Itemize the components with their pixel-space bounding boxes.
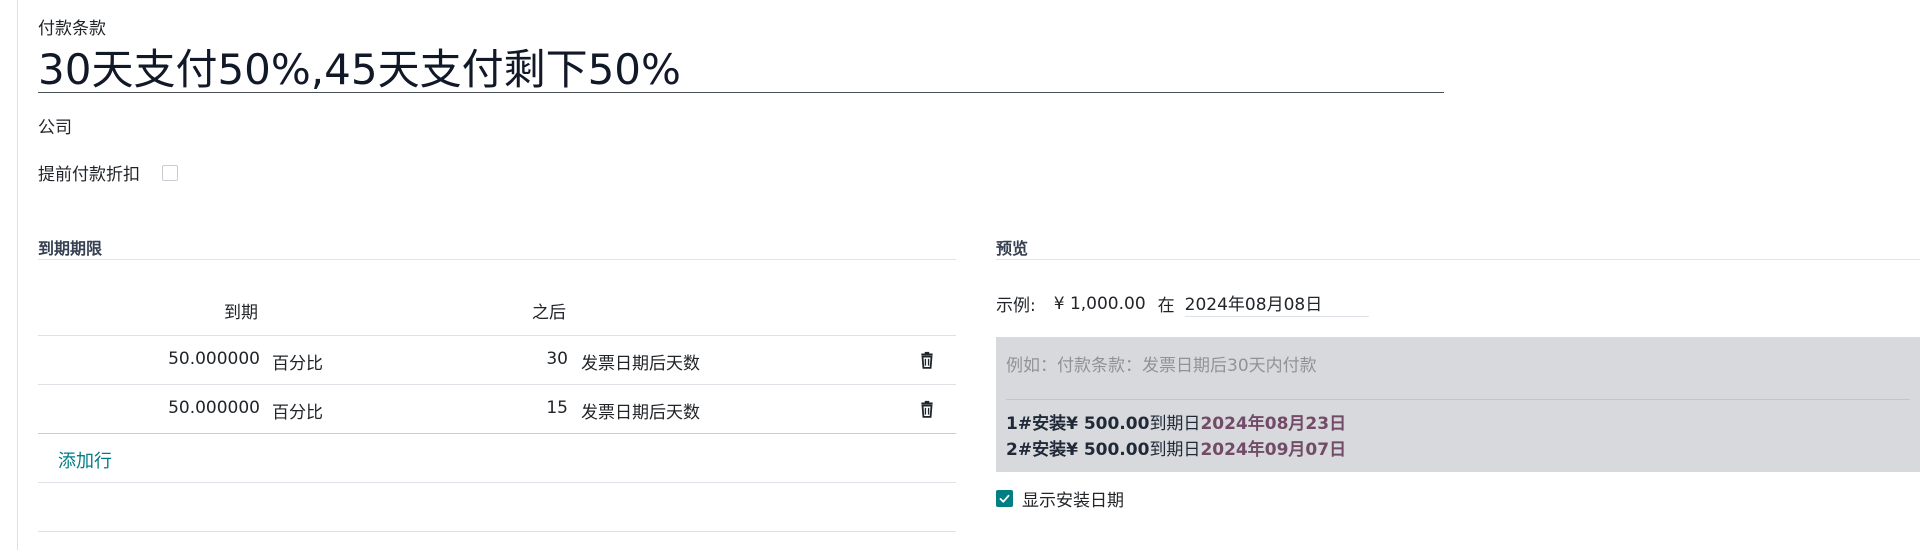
- add-line-row: 添加行: [38, 433, 956, 483]
- term-value[interactable]: 50.000000: [110, 349, 260, 369]
- empty-table-row: [38, 483, 956, 532]
- installment-prefix: 2#安装: [1006, 440, 1067, 460]
- preview-section-divider: [996, 259, 1920, 260]
- early-discount-checkbox[interactable]: [162, 164, 178, 181]
- preview-note-placeholder[interactable]: 例如：付款条款：发票日期后30天内付款: [1006, 351, 1317, 376]
- trash-icon[interactable]: [918, 400, 936, 418]
- term-delay-type[interactable]: 发票日期后天数: [581, 398, 700, 423]
- payment-term-name-input[interactable]: [38, 40, 1444, 93]
- company-label: 公司: [38, 118, 72, 138]
- table-row[interactable]: 50.000000 百分比 30 发票日期后天数: [38, 336, 956, 385]
- example-amount[interactable]: ¥ 1,000.00: [1054, 294, 1146, 314]
- installment-date: 2024年08月23日: [1200, 414, 1347, 434]
- term-value-type[interactable]: 百分比: [272, 349, 323, 374]
- preview-section-title: 预览: [996, 239, 1029, 258]
- title-caption: 付款条款: [38, 19, 106, 39]
- installment-line: 2#安装¥ 500.00到期日2024年09月07日: [1006, 435, 1346, 460]
- add-line-link[interactable]: 添加行: [58, 447, 112, 473]
- check-icon[interactable]: [996, 490, 1013, 507]
- table-row[interactable]: 50.000000 百分比 15 发票日期后天数: [38, 385, 956, 434]
- term-days[interactable]: 30: [468, 349, 568, 369]
- due-terms-section-title: 到期期限: [38, 239, 103, 258]
- term-days[interactable]: 15: [468, 398, 568, 418]
- term-value-type[interactable]: 百分比: [272, 398, 323, 423]
- installment-date: 2024年09月07日: [1200, 440, 1347, 460]
- due-terms-section-divider: [38, 259, 956, 260]
- left-border: [0, 0, 18, 550]
- term-delay-type[interactable]: 发票日期后天数: [581, 349, 700, 374]
- example-label: 示例:: [996, 296, 1036, 316]
- installment-due-text: 到期日: [1149, 440, 1201, 460]
- example-date-input[interactable]: [1184, 290, 1369, 317]
- term-value[interactable]: 50.000000: [110, 398, 260, 418]
- show-installment-dates-toggle[interactable]: 显示安装日期: [996, 486, 1124, 511]
- show-installment-dates-label: 显示安装日期: [1022, 491, 1124, 511]
- installment-amount: ¥ 500.00: [1066, 414, 1150, 434]
- installment-line: 1#安装¥ 500.00到期日2024年08月23日: [1006, 409, 1346, 434]
- due-terms-header: 到期 之后: [38, 285, 956, 336]
- example-row: 示例: ¥ 1,000.00 在: [996, 290, 1369, 317]
- early-discount-row: 提前付款折扣: [38, 160, 178, 185]
- example-in-label: 在: [1157, 296, 1175, 316]
- installment-due-text: 到期日: [1149, 414, 1201, 434]
- column-header-after: 之后: [532, 303, 566, 323]
- column-header-due: 到期: [224, 303, 258, 323]
- payment-term-form: 付款条款 公司 提前付款折扣 到期期限 到期 之后 50.000000 百分比 …: [38, 0, 1920, 550]
- early-discount-label: 提前付款折扣: [38, 165, 140, 185]
- trash-icon[interactable]: [918, 351, 936, 369]
- due-terms-table: 到期 之后 50.000000 百分比 30 发票日期后天数 50.000000…: [38, 285, 956, 532]
- preview-divider: [1006, 399, 1910, 400]
- installment-prefix: 1#安装: [1006, 414, 1067, 434]
- preview-box: 例如：付款条款：发票日期后30天内付款 1#安装¥ 500.00到期日2024年…: [996, 337, 1920, 472]
- installment-amount: ¥ 500.00: [1066, 440, 1150, 460]
